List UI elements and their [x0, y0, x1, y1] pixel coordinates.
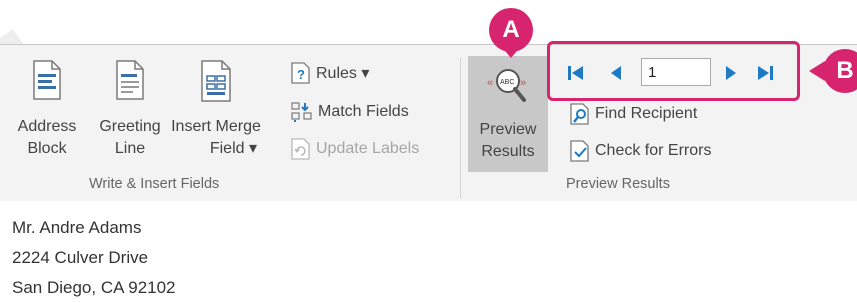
- rules-label: Rules ▾: [316, 65, 370, 82]
- preview-results-label-line1: Preview: [479, 121, 537, 138]
- update-labels-label: Update Labels: [316, 140, 420, 157]
- address-block-label-line1: Address: [17, 118, 77, 135]
- rules-button[interactable]: ? Rules ▾: [291, 62, 369, 84]
- greeting-line-label-line1: Greeting: [99, 118, 161, 135]
- check-for-errors-label: Check for Errors: [595, 142, 712, 159]
- callout-a-pointer: [501, 46, 521, 58]
- check-for-errors-button[interactable]: Check for Errors: [570, 140, 711, 162]
- rules-icon: ?: [291, 62, 310, 84]
- insert-merge-field-button[interactable]: Insert Merge Field ▾: [171, 60, 261, 160]
- address-block-icon: [33, 60, 61, 100]
- find-recipient-button[interactable]: Find Recipient: [570, 103, 697, 125]
- match-fields-label: Match Fields: [318, 103, 409, 120]
- match-fields-button[interactable]: Match Fields: [291, 101, 409, 123]
- greeting-line-button[interactable]: Greeting Line: [90, 60, 170, 160]
- insert-merge-field-label-line2: Field ▾: [209, 140, 257, 157]
- update-labels-icon: [291, 138, 310, 160]
- decorative-stripe: [0, 0, 70, 22]
- address-block-label-line2: Block: [27, 140, 67, 157]
- preview-results-button[interactable]: « ABC » Preview Results: [468, 56, 548, 172]
- preview-results-group-label: Preview Results: [566, 176, 670, 192]
- group-separator: [460, 58, 461, 198]
- preview-results-label-line2: Results: [481, 143, 535, 160]
- check-for-errors-icon: [570, 140, 589, 162]
- greeting-line-icon: [116, 60, 144, 100]
- address-line-city: San Diego, CA 92102: [12, 278, 176, 297]
- svg-text:ABC: ABC: [500, 79, 514, 86]
- document-area: Mr. Andre Adams 2224 Culver Drive San Di…: [0, 201, 857, 303]
- greeting-line-label-line2: Line: [114, 140, 146, 157]
- insert-merge-field-icon: [201, 60, 231, 102]
- update-labels-button[interactable]: Update Labels: [291, 138, 419, 160]
- insert-merge-field-label-line1: Insert Merge: [171, 118, 261, 135]
- match-fields-icon: [291, 102, 312, 122]
- preview-results-icon: « ABC »: [487, 69, 526, 102]
- navigation-highlight-box: [547, 41, 800, 101]
- svg-text:»: »: [520, 77, 526, 89]
- address-line-name: Mr. Andre Adams: [12, 218, 142, 237]
- find-recipient-label: Find Recipient: [595, 105, 698, 122]
- address-line-street: 2224 Culver Drive: [12, 248, 149, 267]
- svg-text:?: ?: [297, 67, 305, 82]
- svg-text:«: «: [487, 77, 493, 89]
- address-block-button[interactable]: Address Block: [8, 60, 86, 160]
- write-insert-fields-group-label: Write & Insert Fields: [89, 176, 220, 192]
- find-recipient-icon: [570, 103, 589, 125]
